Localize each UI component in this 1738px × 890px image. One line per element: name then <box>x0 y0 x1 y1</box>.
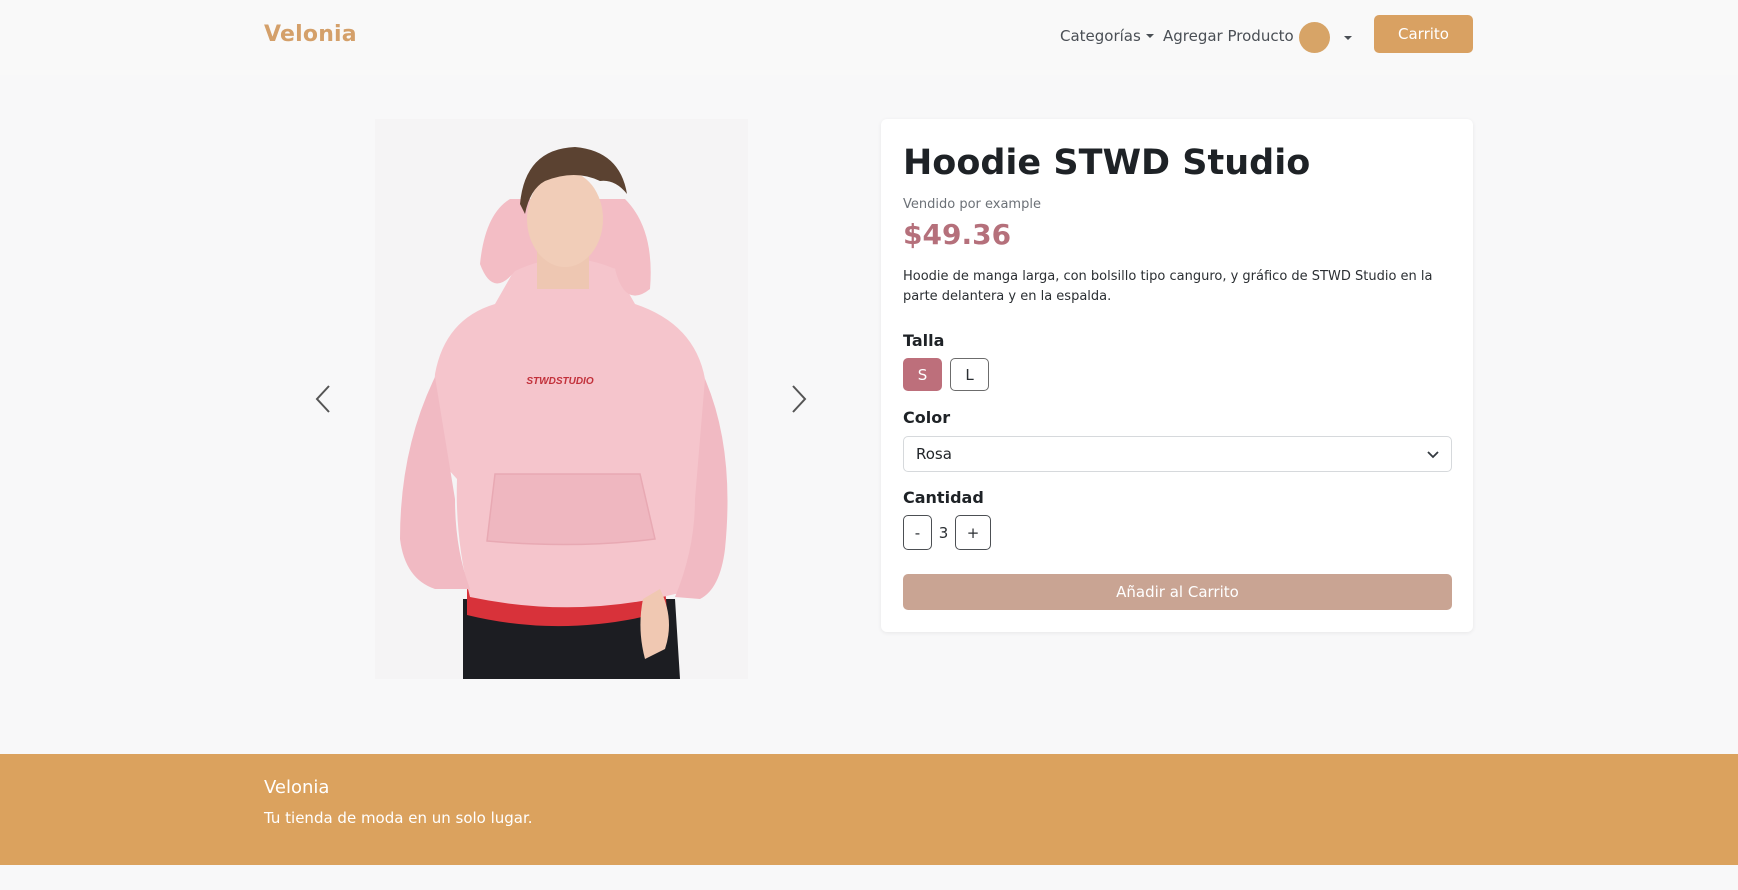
caret-down-icon <box>1145 34 1154 38</box>
product-title: Hoodie STWD Studio <box>903 143 1311 183</box>
chevron-down-icon <box>1427 451 1439 459</box>
user-menu-toggle[interactable] <box>1299 22 1352 53</box>
quantity-label: Cantidad <box>903 488 984 507</box>
quantity-value: 3 <box>938 523 949 542</box>
chevron-right-icon <box>792 385 807 413</box>
brand-logo[interactable]: Velonia <box>264 22 357 47</box>
color-select-value: Rosa <box>916 445 952 463</box>
cart-button[interactable]: Carrito <box>1374 15 1473 53</box>
navbar: Velonia Categorías Agregar Producto Carr… <box>0 0 1738 75</box>
carousel-prev-button[interactable] <box>305 377 341 421</box>
chevron-left-icon <box>315 385 330 413</box>
size-option-s[interactable]: S <box>903 358 942 391</box>
product-description: Hoodie de manga larga, con bolsillo tipo… <box>903 269 1433 304</box>
product-image: STWDSTUDIO <box>375 119 748 679</box>
footer-tagline: Tu tienda de moda en un solo lugar. <box>264 809 533 827</box>
add-to-cart-button[interactable]: Añadir al Carrito <box>903 574 1452 610</box>
nav-categories-dropdown[interactable]: Categorías <box>1060 27 1154 45</box>
color-label: Color <box>903 408 951 427</box>
carousel-next-button[interactable] <box>781 377 817 421</box>
footer: Velonia Tu tienda de moda en un solo lug… <box>0 754 1738 865</box>
footer-brand: Velonia <box>264 777 330 798</box>
quantity-increase-button[interactable]: + <box>955 515 991 550</box>
quantity-decrease-button[interactable]: - <box>903 515 932 550</box>
hoodie-model-photo: STWDSTUDIO <box>375 119 748 679</box>
caret-down-icon <box>1344 35 1352 40</box>
product-price: $49.36 <box>903 218 1012 251</box>
product-detail-card: Hoodie STWD Studio Vendido por example $… <box>881 119 1473 632</box>
hoodie-print-text: STWDSTUDIO <box>526 376 593 387</box>
nav-categories-label: Categorías <box>1060 27 1141 45</box>
page-bottom <box>0 865 1738 890</box>
nav-add-product[interactable]: Agregar Producto <box>1163 27 1294 45</box>
size-option-l[interactable]: L <box>950 358 989 391</box>
color-select[interactable]: Rosa <box>903 436 1452 472</box>
product-seller: Vendido por example <box>903 197 1041 212</box>
product-carousel: STWDSTUDIO <box>305 119 810 679</box>
avatar <box>1299 22 1330 53</box>
size-label: Talla <box>903 331 945 350</box>
